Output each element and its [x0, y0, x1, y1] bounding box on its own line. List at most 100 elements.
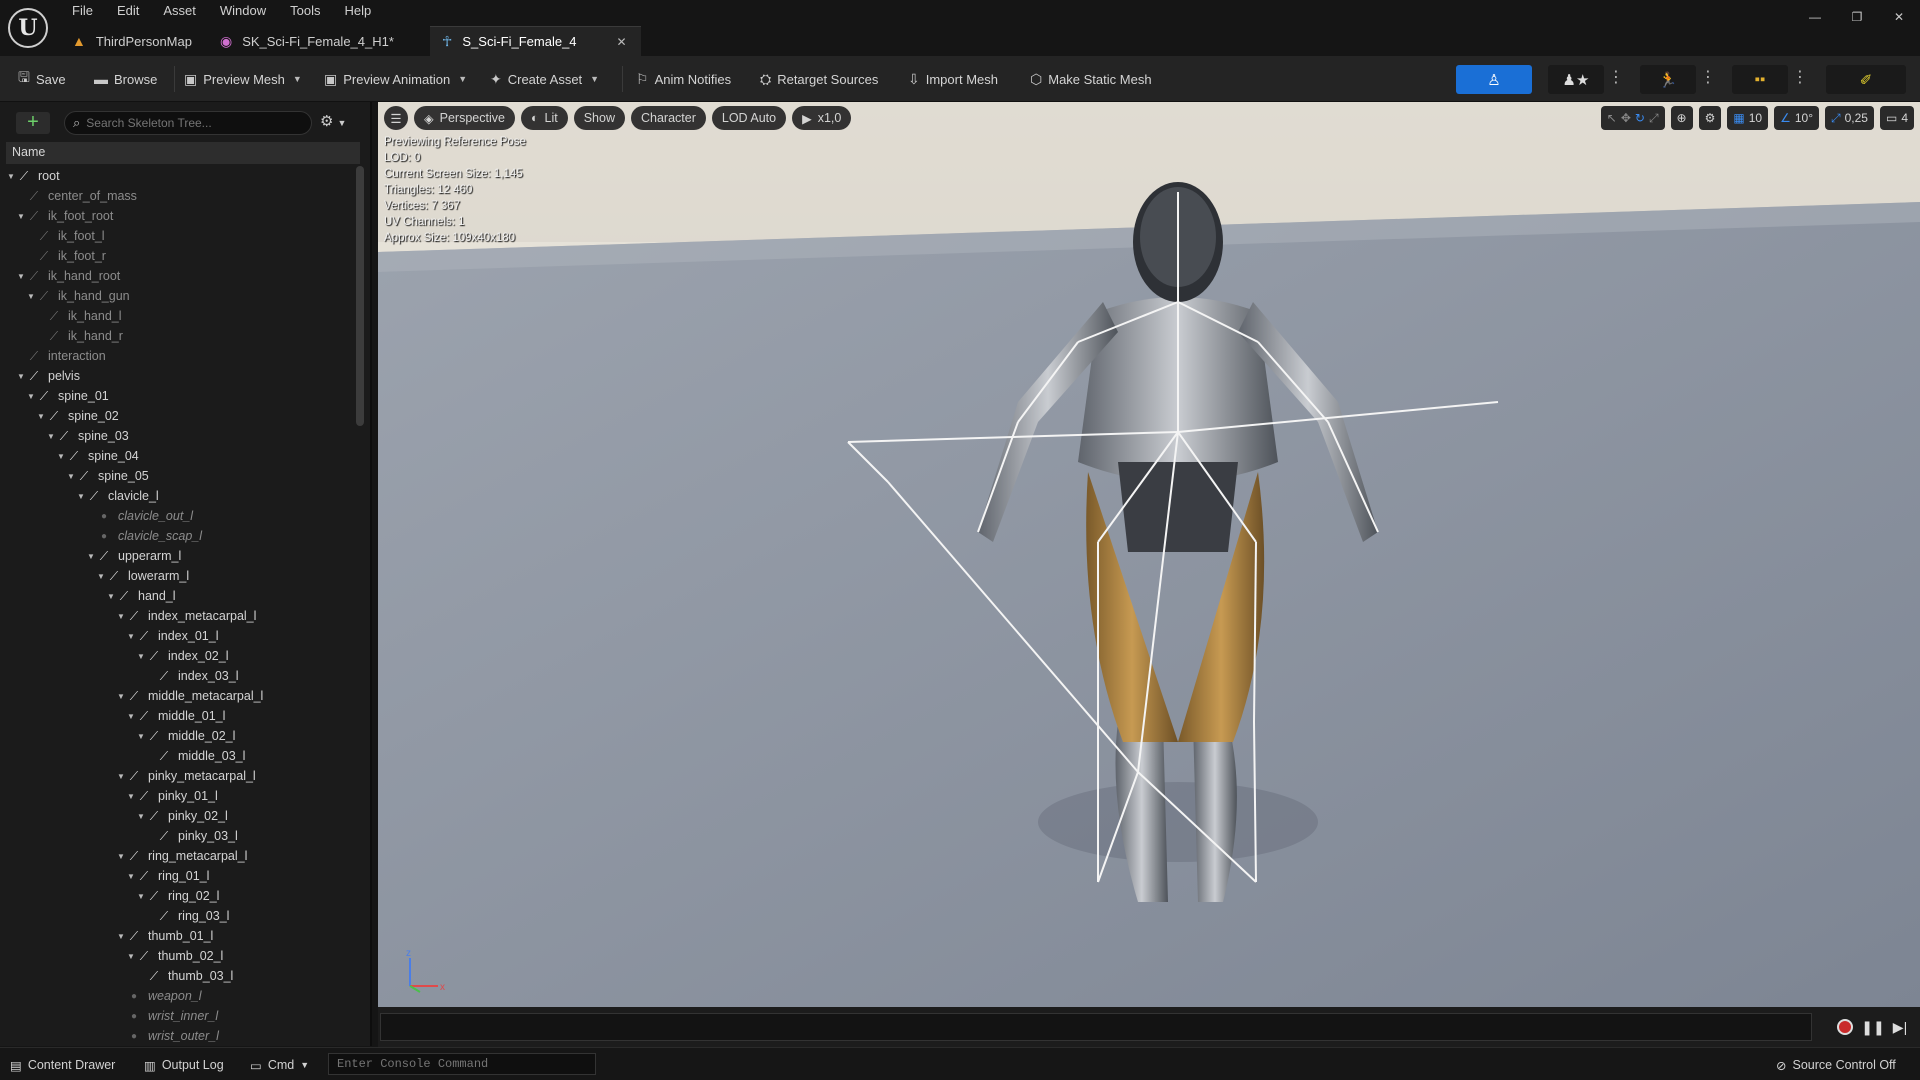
lit-button[interactable]: ◐ Lit	[520, 106, 568, 130]
tree-row[interactable]: ▼ ⟋ upperarm_l	[6, 546, 360, 566]
viewport-options-button[interactable]: ☰	[384, 106, 408, 130]
save-button[interactable]: 🖫 Save	[14, 65, 70, 93]
tree-row[interactable]: ● wrist_outer_l	[6, 1026, 360, 1046]
tree-row[interactable]: ⟋ pinky_03_l	[6, 826, 360, 846]
tree-row[interactable]: ▼ ⟋ ik_hand_gun	[6, 286, 360, 306]
tree-row[interactable]: ▼ ⟋ pinky_02_l	[6, 806, 360, 826]
scale-icon[interactable]: ⤢	[1649, 111, 1659, 126]
tree-row[interactable]: ▼ ⟋ pinky_01_l	[6, 786, 360, 806]
tree-row[interactable]: ▼ ⟋ ik_hand_root	[6, 266, 360, 286]
tree-row[interactable]: ▼ ⟋ spine_03	[6, 426, 360, 446]
expand-arrow-icon[interactable]: ▼	[86, 552, 96, 561]
show-button[interactable]: Show	[573, 106, 625, 130]
tree-row[interactable]: ▼ ⟋ ik_foot_root	[6, 206, 360, 226]
tree-row[interactable]: ⟋ index_03_l	[6, 666, 360, 686]
more-options-icon[interactable]: ⋮	[1700, 68, 1716, 90]
tree-scrollbar[interactable]	[356, 166, 364, 426]
tree-row[interactable]: ⟋ ik_hand_r	[6, 326, 360, 346]
expand-arrow-icon[interactable]: ▼	[126, 712, 136, 721]
expand-arrow-icon[interactable]: ▼	[76, 492, 86, 501]
select-icon[interactable]: ↖	[1607, 111, 1617, 125]
tab-skeletal-mesh[interactable]: ◉ SK_Sci-Fi_Female_4_H1*	[208, 26, 428, 56]
tab-thirdpersonmap[interactable]: ▲ ThirdPersonMap	[60, 26, 206, 56]
expand-arrow-icon[interactable]: ▼	[126, 872, 136, 881]
tree-row[interactable]: ▼ ⟋ spine_04	[6, 446, 360, 466]
rotation-snap-button[interactable]: ∠ 10°	[1774, 106, 1819, 130]
expand-arrow-icon[interactable]: ▼	[136, 812, 146, 821]
viewport[interactable]: ☰ ◈ Perspective ◐ Lit Show Character LOD A…	[378, 102, 1920, 1007]
output-log-button[interactable]: ▥ Output Log	[144, 1055, 224, 1075]
menu-window[interactable]: Window	[208, 2, 278, 22]
pause-button[interactable]: ❚❚	[1861, 1015, 1885, 1039]
settings-button[interactable]: ⚙ ▼	[320, 112, 360, 134]
expand-arrow-icon[interactable]: ▼	[96, 572, 106, 581]
tree-row[interactable]: ▼ ⟋ spine_02	[6, 406, 360, 426]
close-window-icon[interactable]: ✕	[1878, 6, 1920, 28]
close-tab-icon[interactable]: ✕	[617, 35, 627, 49]
tree-row[interactable]: ▼ ⟋ ring_01_l	[6, 866, 360, 886]
menu-tools[interactable]: Tools	[278, 2, 332, 22]
grid-snap-button[interactable]: ▦ 10	[1727, 106, 1769, 130]
record-button[interactable]	[1833, 1015, 1857, 1039]
expand-arrow-icon[interactable]: ▼	[6, 172, 16, 181]
add-button[interactable]: +	[16, 112, 50, 134]
tree-row[interactable]: ▼ ⟋ clavicle_l	[6, 486, 360, 506]
menu-asset[interactable]: Asset	[151, 2, 208, 22]
tree-row[interactable]: ⟋ ik_foot_l	[6, 226, 360, 246]
create-asset-button[interactable]: ✦ Create Asset ▼	[486, 65, 603, 93]
name-column-header[interactable]: Name	[6, 142, 360, 164]
lod-button[interactable]: LOD Auto	[711, 106, 787, 130]
physics-mode-button[interactable]: ✐	[1826, 65, 1906, 94]
tree-row[interactable]: ▼ ⟋ middle_01_l	[6, 706, 360, 726]
anim-notifies-button[interactable]: ⚐ Anim Notifies	[632, 65, 735, 93]
perspective-button[interactable]: ◈ Perspective	[414, 106, 515, 130]
expand-arrow-icon[interactable]: ▼	[116, 692, 126, 701]
minimize-icon[interactable]: —	[1794, 6, 1836, 28]
tree-row[interactable]: ▼ ⟋ spine_01	[6, 386, 360, 406]
expand-arrow-icon[interactable]: ▼	[26, 292, 36, 301]
rotate-icon[interactable]: ↻	[1635, 111, 1645, 125]
tree-row[interactable]: ▼ ⟋ ring_metacarpal_l	[6, 846, 360, 866]
expand-arrow-icon[interactable]: ▼	[16, 272, 26, 281]
preview-animation-button[interactable]: ▣ Preview Animation ▼	[320, 65, 471, 93]
tree-row[interactable]: ⟋ ik_hand_l	[6, 306, 360, 326]
expand-arrow-icon[interactable]: ▼	[36, 412, 46, 421]
cmd-button[interactable]: ▭ Cmd ▼	[250, 1055, 309, 1075]
tree-row[interactable]: ⟋ ring_03_l	[6, 906, 360, 926]
tree-row[interactable]: ▼ ⟋ spine_05	[6, 466, 360, 486]
expand-arrow-icon[interactable]: ▼	[106, 592, 116, 601]
step-forward-button[interactable]: ▶|	[1888, 1015, 1912, 1039]
tree-row[interactable]: ● clavicle_scap_l	[6, 526, 360, 546]
tree-row[interactable]: ● wrist_inner_l	[6, 1006, 360, 1026]
expand-arrow-icon[interactable]: ▼	[116, 932, 126, 941]
preview-mesh-button[interactable]: ▣ Preview Mesh ▼	[180, 65, 306, 93]
tree-row[interactable]: ▼ ⟋ index_01_l	[6, 626, 360, 646]
local-space-button[interactable]: ⊕	[1670, 106, 1693, 130]
expand-arrow-icon[interactable]: ▼	[66, 472, 76, 481]
tree-row[interactable]: ▼ ⟋ thumb_01_l	[6, 926, 360, 946]
tree-row[interactable]: ▼ ⟋ middle_02_l	[6, 726, 360, 746]
console-input[interactable]	[337, 1057, 587, 1071]
translate-icon[interactable]: ✥	[1621, 111, 1631, 125]
menu-file[interactable]: File	[60, 2, 105, 22]
surface-snap-button[interactable]: ⚙	[1698, 106, 1722, 130]
tree-row[interactable]: ▼ ⟋ pinky_metacarpal_l	[6, 766, 360, 786]
tree-row[interactable]: ● weapon_l	[6, 986, 360, 1006]
tree-row[interactable]: ▼ ⟋ thumb_02_l	[6, 946, 360, 966]
menu-edit[interactable]: Edit	[105, 2, 151, 22]
expand-arrow-icon[interactable]: ▼	[46, 432, 56, 441]
tree-row[interactable]: ⟋ interaction	[6, 346, 360, 366]
camera-speed-button[interactable]: ▭ 4	[1879, 106, 1914, 130]
content-drawer-button[interactable]: ▤ Content Drawer	[10, 1055, 115, 1075]
expand-arrow-icon[interactable]: ▼	[136, 652, 146, 661]
restore-icon[interactable]: ❐	[1836, 6, 1878, 28]
expand-arrow-icon[interactable]: ▼	[126, 952, 136, 961]
expand-arrow-icon[interactable]: ▼	[126, 632, 136, 641]
browse-button[interactable]: ▬ Browse	[90, 65, 161, 93]
expand-arrow-icon[interactable]: ▼	[116, 772, 126, 781]
animation-mode-button[interactable]: 🏃	[1640, 65, 1696, 94]
skeleton-mode-button[interactable]: ♙	[1456, 65, 1532, 94]
tree-row[interactable]: ▼ ⟋ lowerarm_l	[6, 566, 360, 586]
expand-arrow-icon[interactable]: ▼	[16, 372, 26, 381]
search-input[interactable]	[86, 116, 297, 130]
